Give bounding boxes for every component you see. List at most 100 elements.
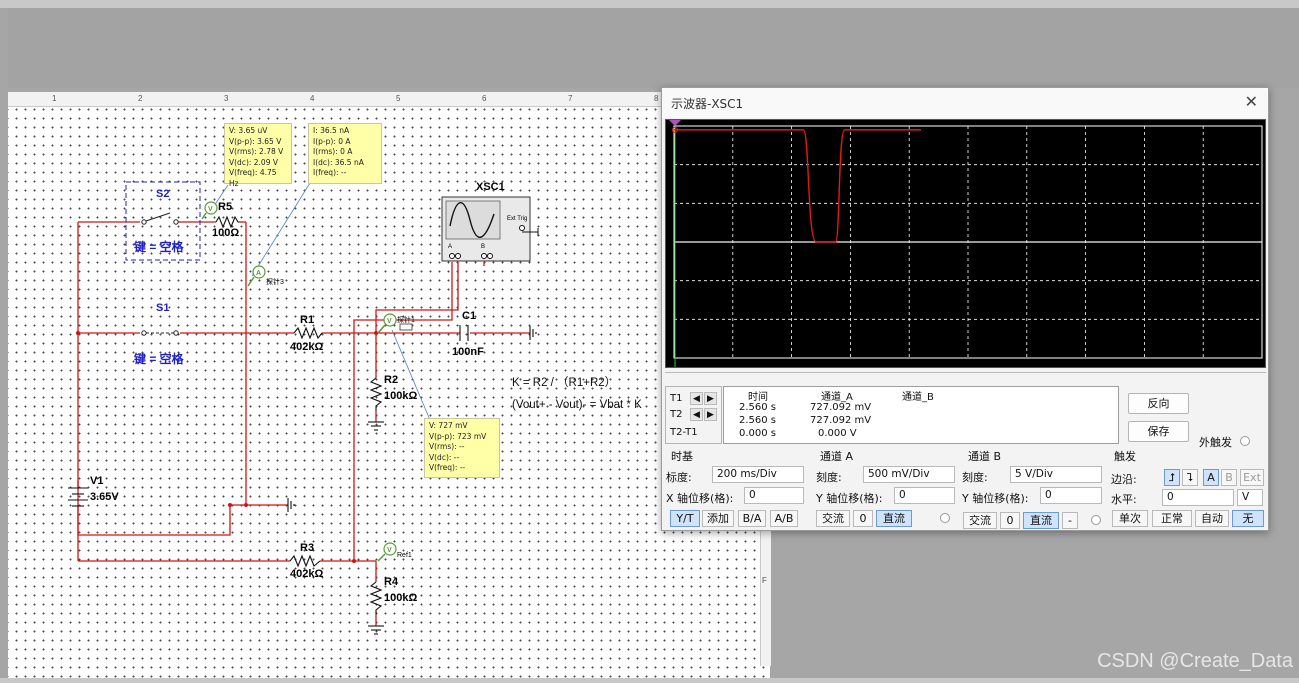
readout-header-ch-a: 通道_A	[821, 392, 853, 403]
readout-t2-time: 2.560 s	[739, 415, 777, 426]
v1-value: 3.65V	[90, 491, 119, 503]
probe-line: I(dc): 36.5 nA	[313, 157, 364, 167]
channel-b-dc-button[interactable]: 直流	[1023, 512, 1059, 529]
probe-line: V(dc): --	[429, 452, 460, 462]
readout-header-ch-b: 通道_B	[902, 392, 934, 403]
trigger-ext-button[interactable]: Ext	[1240, 469, 1264, 486]
s1-key-label: 键 = 空格	[134, 352, 184, 366]
channel-a-scale-field[interactable]: 500 mV/Div	[863, 466, 955, 483]
normal-button[interactable]: 正常	[1152, 510, 1192, 527]
rising-edge-button[interactable]: ⮥	[1164, 469, 1180, 486]
probe-line: V(p-p): 723 mV	[429, 431, 487, 441]
channel-a-dc-button[interactable]: 直流	[876, 510, 912, 527]
channel-b-scale-field[interactable]: 5 V/Div	[1010, 466, 1102, 483]
probe-v-readout: V: 3.65 uV V(p-p): 3.65 V V(rms): 2.78 V…	[224, 123, 292, 188]
channel-b-ac-button[interactable]: 交流	[963, 512, 997, 529]
auto-button[interactable]: 自动	[1195, 510, 1229, 527]
readout-t1-time: 2.560 s	[739, 402, 777, 413]
add-button[interactable]: 添加	[702, 510, 734, 527]
x-position-label: X 轴位移(格):	[666, 492, 734, 505]
t2-left-button[interactable]: ◀	[690, 408, 703, 421]
readout-t1-a: 727.092 mV	[810, 402, 872, 413]
channel-a-ac-button[interactable]: 交流	[816, 510, 850, 527]
channel-b-title: 通道 B	[968, 450, 1002, 463]
b-over-a-button[interactable]: B/A	[738, 510, 766, 527]
t2-right-button[interactable]: ▶	[704, 408, 717, 421]
trigger-level-field[interactable]: 0	[1162, 489, 1234, 506]
cursor-controls: T1 ◀ ▶ T2 ◀ ▶ T2-T1	[665, 386, 722, 444]
channel-b-y-position-field[interactable]: 0	[1040, 487, 1102, 504]
channel-b-radio[interactable]	[1091, 515, 1101, 525]
scope-divider	[665, 372, 1266, 373]
r2-label: R2	[384, 374, 399, 386]
channel-a-trace	[674, 129, 921, 243]
probe1-label: 探针1	[397, 317, 415, 324]
channel-a-scale-label: 刻度:	[816, 471, 842, 484]
reverse-button[interactable]: 反向	[1128, 393, 1189, 414]
t1-right-button[interactable]: ▶	[704, 392, 717, 405]
scope-ch-a-label: A	[448, 244, 453, 250]
ext-trig-label: Ext Trig	[507, 216, 528, 222]
x-position-field[interactable]: 0	[744, 487, 804, 504]
trigger-a-button[interactable]: A	[1203, 469, 1219, 486]
single-button[interactable]: 单次	[1112, 510, 1148, 527]
channel-b-scale-label: 刻度:	[962, 471, 988, 484]
yt-button[interactable]: Y/T	[670, 510, 700, 527]
t2-t1-label: T2-T1	[670, 427, 698, 438]
channel-a-y-position-field[interactable]: 0	[894, 487, 955, 504]
s2-label: S2	[156, 188, 170, 200]
save-button[interactable]: 保存	[1128, 421, 1189, 442]
channel-b-y-position-label: Y 轴位移(格):	[962, 492, 1029, 505]
probe-line: V: 3.65 uV	[229, 126, 268, 135]
ext-trigger-radio[interactable]	[1240, 436, 1250, 446]
formula-vout: (Vout+ - Vout)- = Vbat * K	[512, 399, 642, 411]
probe-line: I(rms): 0 A	[313, 147, 353, 156]
timebase-title: 时基	[671, 450, 693, 463]
formula-k: K = R2 / （R1+R2）	[512, 377, 617, 389]
probe-line: I(p-p): 0 A	[313, 136, 351, 146]
channel-b-minus-button[interactable]: -	[1062, 512, 1078, 529]
svg-text:A: A	[256, 270, 261, 277]
r5-label: R5	[218, 201, 233, 213]
channel-a-zero-button[interactable]: 0	[853, 510, 873, 527]
scope-screen[interactable]	[665, 119, 1266, 368]
probe3-label: 探针3	[266, 279, 284, 286]
oscilloscope-window: 示波器-XSC1 ✕ T1 ◀ ▶ T2 ◀ ▶ T2-T1 时间 通道_A 通…	[661, 87, 1269, 531]
ref1-label: Ref1	[397, 552, 412, 559]
readout-header-time: 时间	[748, 392, 768, 403]
timebase-scale-field[interactable]: 200 ms/Div	[712, 466, 804, 483]
channel-a-y-position-label: Y 轴位移(格):	[816, 492, 883, 505]
csdn-watermark: CSDN @Create_Data	[1097, 650, 1293, 672]
s2-key-label: 键 = 空格	[134, 240, 184, 254]
channel-b-zero-button[interactable]: 0	[1000, 512, 1020, 529]
scope-ch-b-label: B	[481, 244, 486, 250]
probe-line: V(dc): 2.09 V	[229, 157, 278, 167]
t1-left-button[interactable]: ◀	[690, 392, 703, 405]
v1-label: V1	[90, 475, 104, 487]
r3-value: 402kΩ	[290, 568, 324, 580]
readout-dt-time: 0.000 s	[739, 428, 777, 439]
r1-label: R1	[300, 314, 315, 326]
xsc1-label: XSC1	[476, 181, 505, 193]
falling-edge-button[interactable]: ⮧	[1182, 469, 1198, 486]
trigger-b-button[interactable]: B	[1221, 469, 1237, 486]
channel-a-radio[interactable]	[940, 513, 950, 523]
title-bar[interactable]: 示波器-XSC1 ✕	[662, 88, 1268, 118]
probe-i-readout: I: 36.5 nA I(p-p): 0 A I(rms): 0 A I(dc)…	[308, 123, 382, 184]
bottom-strip	[0, 678, 1299, 683]
trigger-level-unit[interactable]: V	[1237, 489, 1263, 506]
trigger-level-label: 水平:	[1111, 493, 1137, 506]
t1-label: T1	[670, 393, 683, 404]
readout-t2-a: 727.092 mV	[810, 415, 872, 426]
r4-label: R4	[384, 576, 399, 588]
probe-line: I(freq): --	[313, 168, 347, 177]
r3-label: R3	[300, 542, 315, 554]
a-over-b-button[interactable]: A/B	[770, 510, 798, 527]
probe-line: V(freq): --	[429, 463, 466, 472]
probe-line: V: 727 mV	[429, 421, 468, 430]
svg-text:V: V	[208, 206, 213, 213]
r5-value: 100Ω	[212, 227, 240, 239]
close-button[interactable]: ✕	[1245, 92, 1258, 111]
r4-value: 100kΩ	[384, 592, 418, 604]
none-button[interactable]: 无	[1232, 510, 1264, 527]
